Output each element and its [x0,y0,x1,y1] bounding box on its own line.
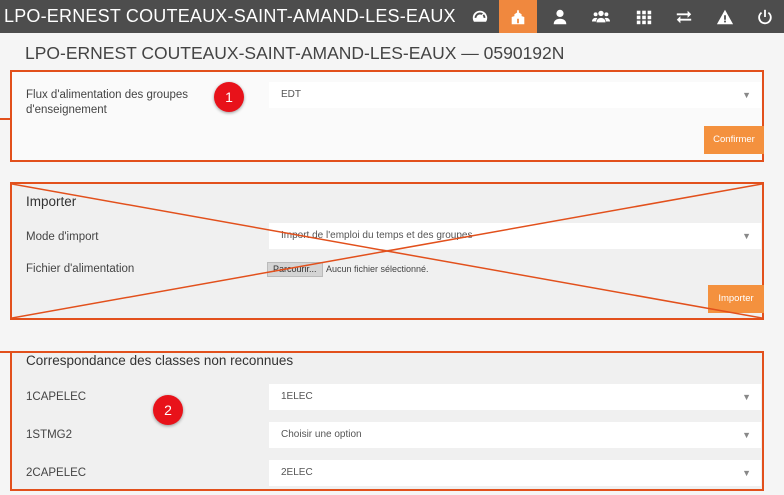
flux-select[interactable]: EDT ▼ [269,82,761,108]
importer-panel: Importer Mode d'import Import de l'emplo… [10,182,764,320]
class-mapping-value: 1ELEC [281,391,313,402]
flux-select-value: EDT [281,89,301,100]
grid-icon [636,10,652,24]
chevron-down-icon: ▼ [742,430,751,440]
power-icon [758,9,772,24]
school-icon [511,9,525,24]
annotation-tick [0,351,10,353]
flux-panel: Flux d'alimentation des groupes d'enseig… [10,70,764,162]
app-title: LPO-ERNEST COUTEAUX-SAINT-AMAND-LES-EAUX [4,6,456,26]
page-title: LPO-ERNEST COUTEAUX-SAINT-AMAND-LES-EAUX… [25,43,565,63]
chevron-down-icon: ▼ [742,468,751,478]
class-mapping-select[interactable]: Choisir une option ▼ [269,422,761,448]
nav-warning[interactable] [706,0,744,33]
class-code-label: 1CAPELEC [26,391,87,403]
nav-group[interactable] [582,0,620,33]
user-icon [553,9,567,24]
class-mapping-value: 2ELEC [281,467,313,478]
class-mapping-select[interactable]: 1ELEC ▼ [269,384,761,410]
top-bar: LPO-ERNEST COUTEAUX-SAINT-AMAND-LES-EAUX [0,0,784,33]
warning-icon [716,9,734,24]
nav-transfer[interactable] [665,0,703,33]
transfer-icon [676,10,692,23]
nav-user[interactable] [541,0,579,33]
cross-out-overlay [12,184,762,318]
nav-grid[interactable] [625,0,663,33]
chevron-down-icon: ▼ [742,392,751,402]
class-mapping-select[interactable]: 2ELEC ▼ [269,460,761,486]
correspondance-panel: Correspondance des classes non reconnues… [10,351,764,491]
class-code-label: 1STMG2 [26,429,73,441]
correspondance-title: Correspondance des classes non reconnues [26,353,294,368]
main-content: LPO-ERNEST COUTEAUX-SAINT-AMAND-LES-EAUX… [0,33,784,495]
nav-school[interactable] [499,0,537,33]
nav-power[interactable] [746,0,784,33]
annotation-tick [0,118,10,120]
group-icon [592,10,610,22]
chevron-down-icon: ▼ [742,90,751,100]
confirm-button[interactable]: Confirmer [704,126,764,154]
nav-dashboard[interactable] [461,0,499,33]
class-code-label: 2CAPELEC [26,467,87,479]
dashboard-icon [472,10,488,22]
annotation-badge-1: 1 [214,82,244,112]
class-mapping-value: Choisir une option [281,429,362,440]
flux-label: Flux d'alimentation des groupes d'enseig… [26,89,189,116]
annotation-badge-2: 2 [153,395,183,425]
